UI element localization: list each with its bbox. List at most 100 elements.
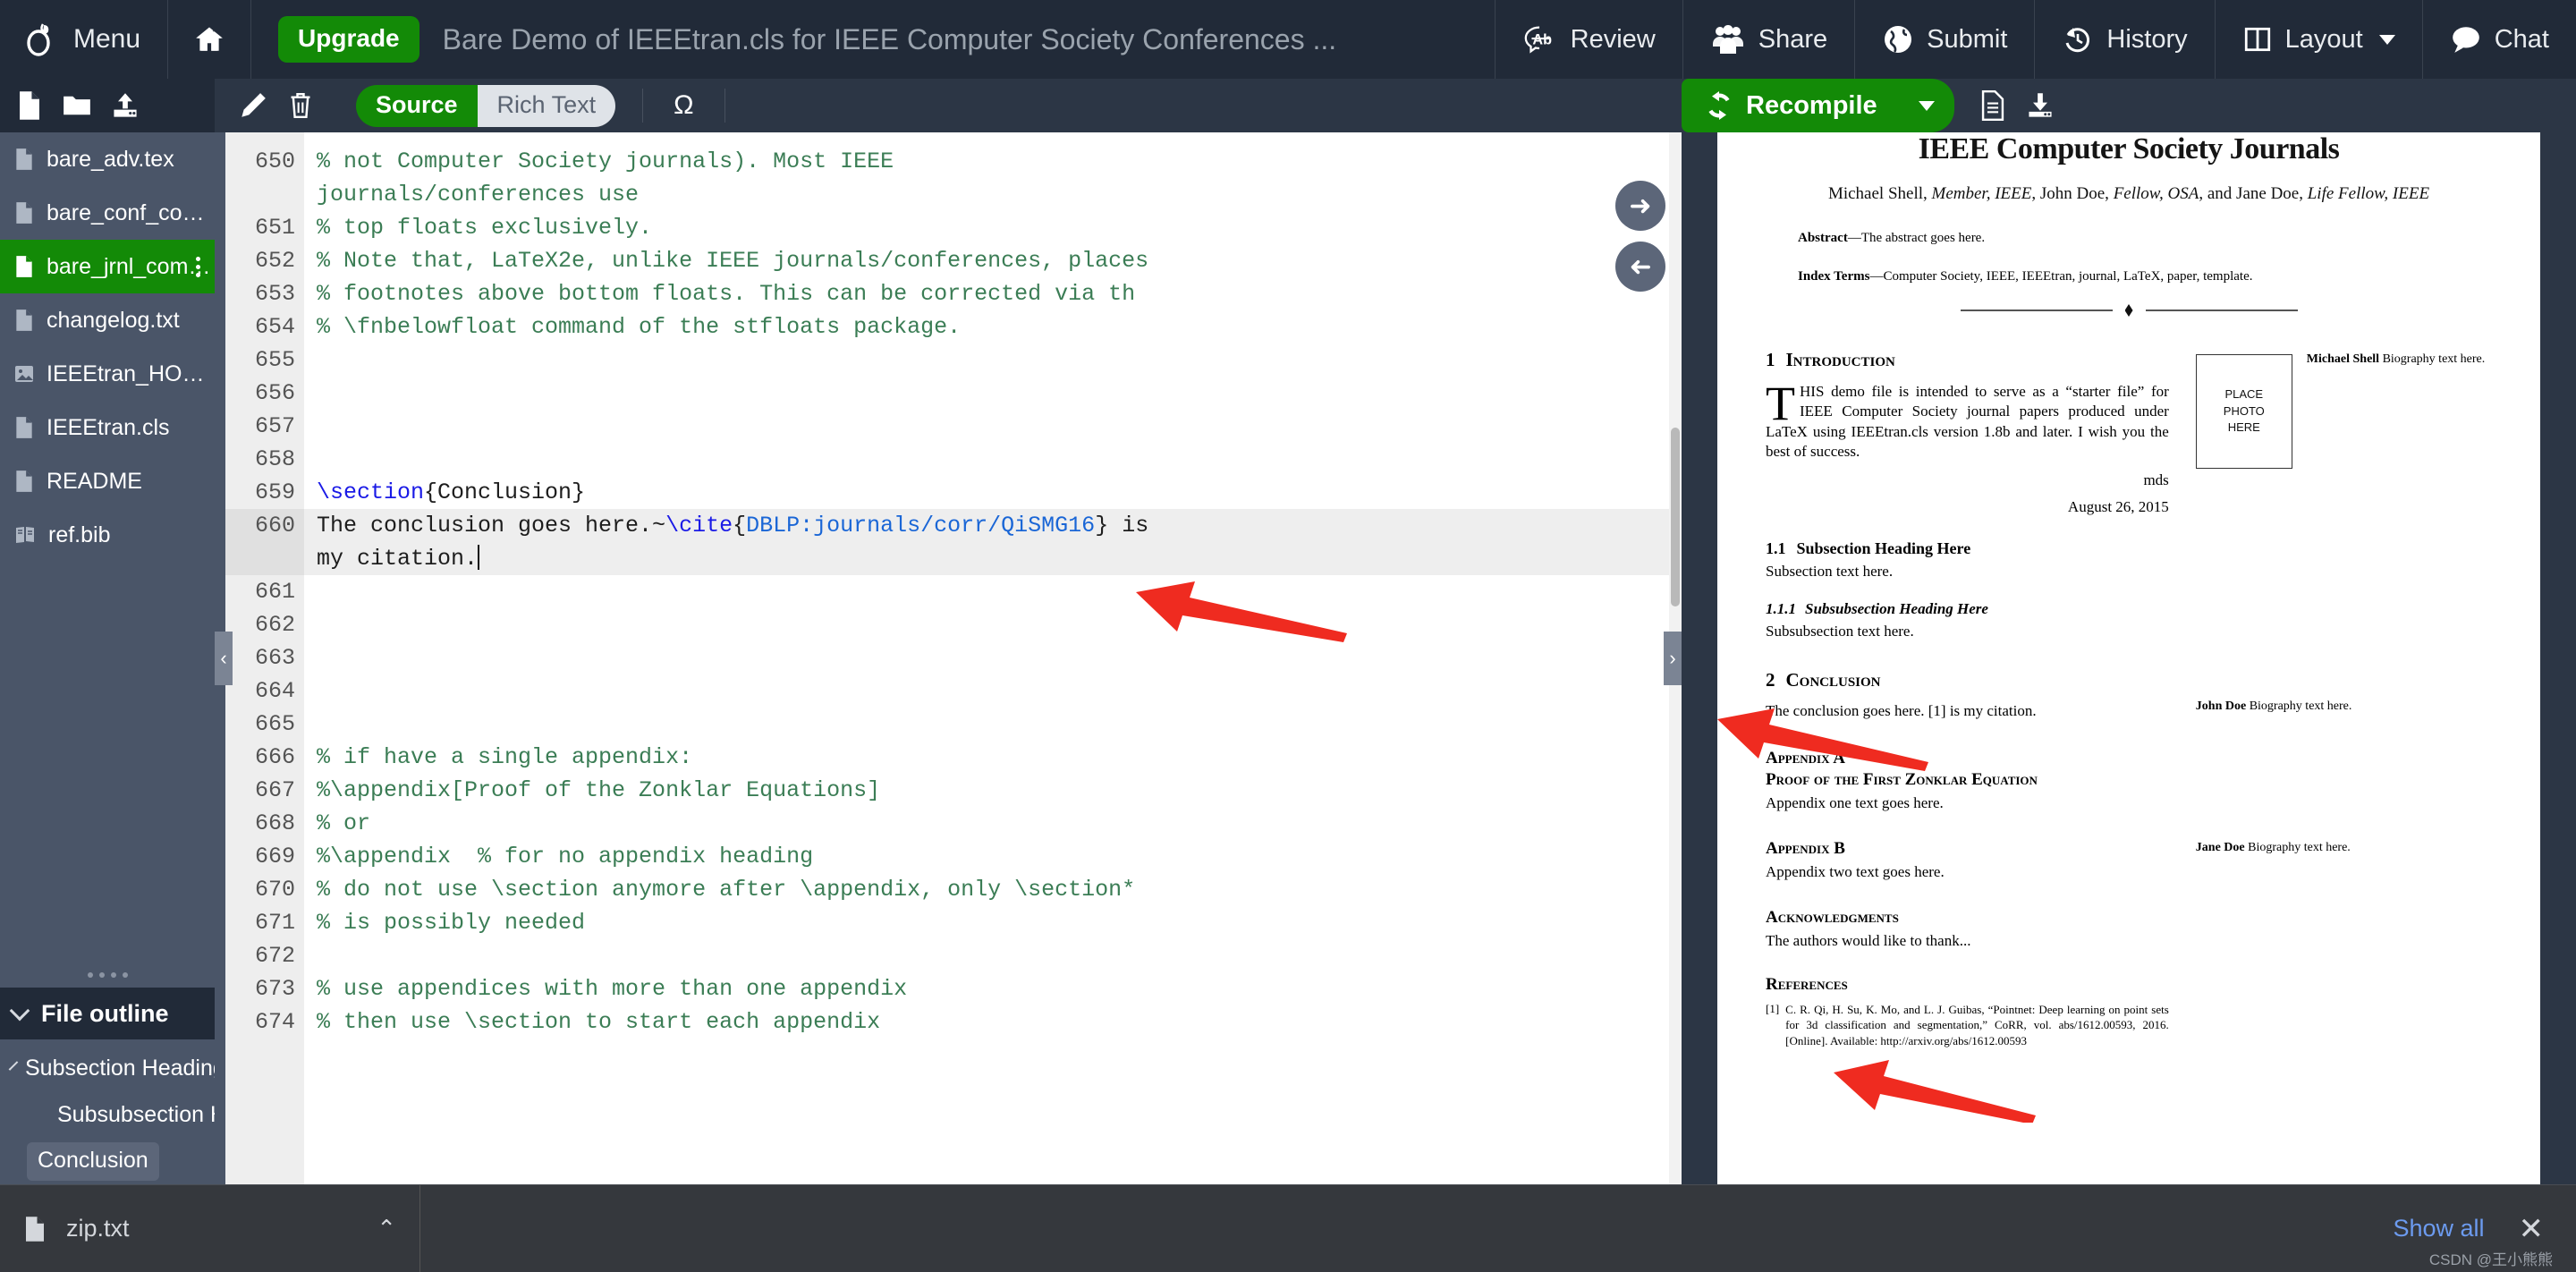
sidebar-resize-handle[interactable]	[0, 962, 215, 988]
file-item-bare-conf-compsoc[interactable]: bare_conf_compsoc.tex	[0, 186, 215, 240]
file-item-bare-adv[interactable]: bare_adv.tex	[0, 132, 215, 186]
tab-rich-text[interactable]: Rich Text	[477, 84, 616, 127]
latex-arg: {Conclusion}	[424, 479, 586, 505]
file-name: IEEEtran_HOWTO.pdf	[47, 360, 215, 386]
rename-pencil-icon[interactable]	[240, 91, 267, 120]
file-menu-kebab-icon[interactable]	[196, 256, 200, 277]
goto-pdf-arrow-button[interactable]: ➜	[1615, 181, 1665, 231]
line-number: 668	[254, 810, 295, 836]
file-item-ieeetran-howto-pdf[interactable]: IEEEtran_HOWTO.pdf	[0, 347, 215, 401]
file-item-ieeetran-cls[interactable]: IEEEtran.cls	[0, 401, 215, 454]
recompile-options-button[interactable]	[1898, 79, 1954, 132]
share-button[interactable]: Share	[1683, 0, 1856, 79]
download-status-bar: zip.txt ⌃ Show all ✕ CSDN @王小熊熊	[0, 1184, 2576, 1272]
chevron-down-icon	[1918, 100, 1935, 111]
photo-line-2: PHOTO	[2223, 403, 2265, 418]
file-icon	[14, 470, 34, 493]
menu-button[interactable]: Menu	[0, 0, 169, 79]
line-number: 658	[254, 446, 295, 472]
code-line: % top floats exclusively.	[317, 215, 653, 241]
collapse-pdf-handle[interactable]: ›	[1664, 632, 1682, 685]
file-item-bare-jrnl-compsoc[interactable]: bare_jrnl_comps...	[0, 240, 215, 293]
outline-item-subsection[interactable]: Subsection Heading Here	[0, 1045, 215, 1091]
layout-button[interactable]: Layout	[2216, 0, 2423, 79]
pdf-preview-pane[interactable]: IEEE Computer Society Journals Michael S…	[1682, 132, 2576, 1184]
new-folder-icon[interactable]	[63, 90, 91, 121]
pdf-toolbar-icons	[1954, 90, 2055, 121]
pdf-abstract: Abstract—The abstract goes here.	[1766, 231, 2492, 246]
author-affiliation: Member, IEEE	[1931, 184, 2032, 203]
pdf-biography-2: John Doe Biography text here.	[2196, 700, 2492, 714]
code-editor-pane: ‹ 650 651 652 653 654 655 656 657 658 65…	[215, 132, 1682, 1184]
file-item-readme[interactable]: README	[0, 454, 215, 508]
line-number: 659	[254, 479, 295, 505]
code-line: % if have a single appendix:	[317, 744, 693, 770]
collapse-sidebar-handle[interactable]: ‹	[215, 632, 233, 685]
file-item-changelog[interactable]: changelog.txt	[0, 293, 215, 347]
bio-name: John Doe	[2195, 700, 2247, 713]
index-terms-text: —Computer Society, IEEE, IEEEtran, journ…	[1869, 269, 2253, 284]
review-button[interactable]: Ab Review	[1496, 0, 1683, 79]
line-number: 667	[254, 777, 295, 803]
line-number: 665	[254, 711, 295, 737]
history-button[interactable]: History	[2035, 0, 2216, 79]
chevron-down-icon	[2378, 34, 2395, 45]
pdf-appendix-b-heading: Appendix B	[1766, 838, 1845, 858]
file-name: changelog.txt	[47, 307, 180, 333]
chevron-up-icon[interactable]: ⌃	[377, 1215, 396, 1242]
file-icon	[23, 1216, 47, 1242]
upload-icon[interactable]	[111, 90, 140, 121]
chevron-down-icon[interactable]	[8, 1060, 19, 1071]
pdf-biography-3: Jane Doe Biography text here.	[2196, 841, 2492, 855]
code-line-wrapped: journals/conferences use	[317, 182, 640, 208]
code-line-cite: The conclusion goes here.~\cite{DBLP:jou…	[304, 509, 1682, 542]
line-number: 654	[254, 314, 295, 340]
outline-item-label: Subsubsection Headi...	[57, 1101, 215, 1127]
submit-button[interactable]: Submit	[1855, 0, 2036, 79]
file-outline-header[interactable]: File outline	[0, 988, 215, 1039]
line-number: 650	[254, 148, 295, 174]
file-item-ref-bib[interactable]: ref.bib	[0, 508, 215, 562]
delete-trash-icon[interactable]	[288, 91, 313, 120]
bio-text: Biography text here.	[2244, 841, 2351, 854]
users-share-icon	[1710, 24, 1746, 55]
code-line: % use appendices with more than one appe…	[317, 976, 908, 1002]
section-number: 2	[1766, 668, 1775, 691]
pdf-ornament-rule	[1766, 304, 2492, 317]
chat-button[interactable]: Chat	[2423, 0, 2576, 79]
pdf-biography-1: Michael Shell Biography text here.	[2307, 352, 2485, 367]
line-number: 671	[254, 910, 295, 936]
show-all-downloads-link[interactable]: Show all	[2393, 1215, 2484, 1242]
symbol-palette-icon[interactable]: Ω	[670, 90, 697, 121]
close-icon[interactable]: ✕	[2519, 1211, 2545, 1247]
scrollbar-thumb[interactable]	[1671, 428, 1680, 606]
line-number: 669	[254, 844, 295, 869]
file-icon	[14, 201, 34, 225]
home-button[interactable]	[168, 0, 252, 79]
file-icon	[14, 148, 34, 171]
new-file-icon[interactable]	[16, 90, 43, 121]
main-area: bare_adv.tex bare_conf_compsoc.tex bare_…	[0, 132, 2576, 1184]
file-name: ref.bib	[48, 522, 111, 547]
download-bar-actions: Show all ✕ CSDN @王小熊熊	[420, 1185, 2576, 1272]
file-outline-title: File outline	[41, 999, 169, 1027]
line-number: 673	[254, 976, 295, 1002]
upgrade-button[interactable]: Upgrade	[278, 16, 419, 63]
line-number: 655	[254, 347, 295, 373]
tab-source[interactable]: Source	[356, 84, 478, 127]
goto-code-arrow-button[interactable]: ➜	[1615, 242, 1665, 292]
pdf-conclusion-text: The conclusion goes here. [1] is my cita…	[1766, 701, 2037, 719]
outline-item-conclusion[interactable]: Conclusion	[0, 1138, 215, 1184]
author-text: , John Doe,	[2031, 184, 2114, 203]
outline-item-subsubsection[interactable]: Subsubsection Headi...	[0, 1091, 215, 1138]
download-pdf-icon[interactable]	[2026, 90, 2055, 121]
code-content[interactable]: % not Computer Society journals). Most I…	[304, 132, 1682, 1184]
code-line: % then use \section to start each append…	[317, 1009, 881, 1035]
recompile-button[interactable]: Recompile	[1682, 79, 1899, 132]
download-item[interactable]: zip.txt ⌃	[0, 1185, 420, 1272]
pdf-toolbar: Recompile	[1682, 79, 2576, 132]
pdf-appendix-a-heading: Appendix A	[1766, 748, 1845, 767]
logs-file-icon[interactable]	[1979, 90, 2006, 121]
subsubsection-number: 1.1.1	[1766, 599, 1796, 617]
